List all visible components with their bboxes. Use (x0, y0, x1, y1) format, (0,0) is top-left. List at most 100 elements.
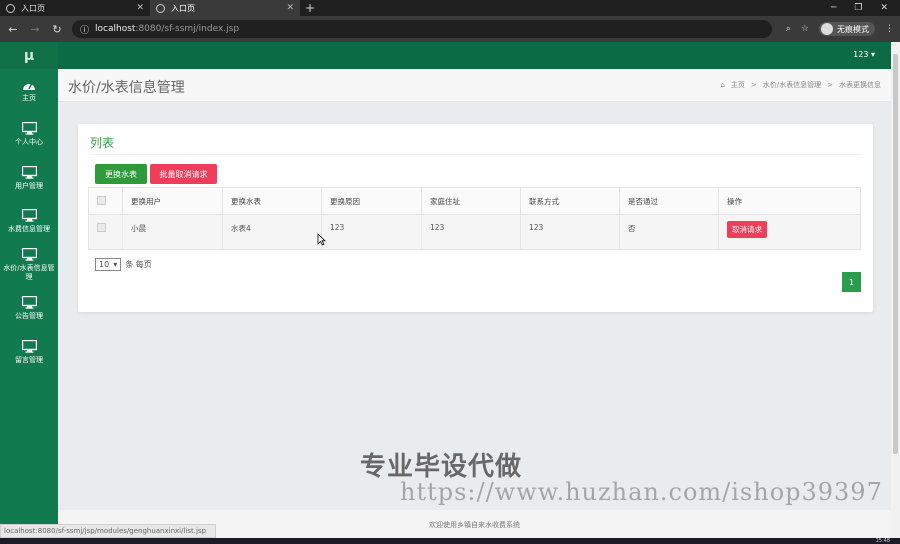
minimize-icon[interactable]: ─ (831, 3, 836, 13)
dashboard-icon (23, 82, 35, 91)
close-window-icon[interactable]: ✕ (880, 3, 888, 13)
breadcrumb-separator: > (750, 81, 757, 89)
watermark-url: https://www.huzhan.com/ishop39397 (400, 478, 883, 506)
page-header: 水价/水表信息管理 ⌂ 主页 > 水价/水表信息管理 > 水表更换信息 (58, 69, 891, 102)
page-number-button[interactable]: 1 (842, 272, 861, 292)
incognito-badge[interactable]: 无痕模式 (819, 22, 875, 36)
home-icon: ⌂ (720, 81, 725, 89)
tab-close-icon[interactable]: ✕ (286, 3, 294, 13)
page-scrollbar[interactable] (891, 42, 900, 538)
chevron-down-icon: ▾ (113, 260, 118, 269)
page-title: 水价/水表信息管理 (68, 80, 185, 96)
zoom-search-icon[interactable]: ⌕ (786, 24, 791, 34)
url-host: localhost (95, 24, 136, 34)
page-size-label: 条 每页 (125, 260, 152, 269)
select-all-checkbox[interactable] (97, 195, 106, 205)
window-controls: ─ ❐ ✕ (831, 0, 900, 16)
cell-action: 取消请求 (718, 214, 861, 250)
sidebar: μ 主页 个人中心 用户管理 水费信息管理 水价/水表信息管理 公告管理 留言管… (0, 42, 58, 538)
link-status-bar: localhost:8080/sf-ssmj/jsp/modules/gengh… (0, 524, 216, 538)
sidebar-item-label: 水价/水表信息管理 (3, 264, 55, 281)
sidebar-item-label: 用户管理 (15, 181, 43, 190)
sidebar-item-label: 留言管理 (15, 355, 43, 364)
os-taskbar: 15:48 (0, 538, 900, 544)
monitor-icon (21, 209, 37, 222)
table-row: 小晨 水表4 123 123 123 否 取消请求 (88, 214, 861, 250)
batch-cancel-button[interactable]: 批量取消请求 (150, 164, 217, 184)
top-navbar: 123 ▾ (0, 42, 891, 69)
sidebar-item-announcements[interactable]: 公告管理 (0, 287, 58, 331)
scrollbar-thumb[interactable] (893, 54, 898, 454)
tab-title: 入口页 (21, 3, 45, 13)
sidebar-item-label: 水费信息管理 (8, 225, 50, 234)
browser-tab-strip: 入口页 ✕ 入口页 ✕ + ─ ❐ ✕ (0, 0, 900, 16)
clock: 15:48 (875, 538, 890, 544)
sidebar-item-home[interactable]: 主页 (0, 69, 58, 113)
globe-icon (6, 3, 15, 13)
sidebar-item-label: 公告管理 (15, 312, 43, 321)
breadcrumb-current: 水表更换信息 (839, 81, 881, 89)
breadcrumb: ⌂ 主页 > 水价/水表信息管理 > 水表更换信息 (720, 80, 881, 90)
forward-arrow-icon[interactable]: → (28, 23, 42, 36)
mouse-cursor-icon (317, 233, 326, 246)
monitor-icon (21, 339, 37, 353)
select-all-cell (88, 187, 123, 215)
breadcrumb-separator: > (827, 81, 833, 89)
column-header[interactable]: 家庭住址 (421, 187, 521, 215)
browser-menu-icon[interactable]: ⋮ (885, 24, 894, 34)
column-header[interactable]: 联系方式 (520, 187, 620, 215)
monitor-icon (21, 165, 37, 179)
address-bar[interactable]: ⓘ localhost:8080/sf-ssmj/index.jsp (72, 20, 772, 38)
row-checkbox[interactable] (97, 223, 106, 232)
browser-toolbar: ← → ↻ ⓘ localhost:8080/sf-ssmj/index.jsp… (0, 16, 900, 42)
cancel-request-button[interactable]: 取消请求 (727, 221, 767, 238)
browser-tab-active[interactable]: 入口页 ✕ (150, 0, 300, 16)
sidebar-item-water-fee[interactable]: 水费信息管理 (0, 200, 58, 244)
globe-icon (156, 3, 165, 13)
column-header: 操作 (718, 187, 861, 215)
cell-phone: 123 (520, 214, 620, 250)
restore-icon[interactable]: ❐ (854, 3, 862, 13)
url-path: :8080/sf-ssmj/index.jsp (135, 24, 240, 34)
incognito-icon (821, 23, 833, 35)
list-panel: 列表 更换水表 批量取消请求 更换用户 更换水表 更换原因 家庭住址 联系方式 … (78, 124, 873, 312)
browser-tab[interactable]: 入口页 ✕ (0, 0, 150, 16)
tab-close-icon[interactable]: ✕ (136, 3, 144, 13)
sidebar-item-label: 个人中心 (15, 138, 43, 147)
cell-reason: 123 (321, 214, 422, 250)
monitor-icon (21, 296, 37, 309)
column-header[interactable]: 是否通过 (619, 187, 719, 215)
logo: μ (0, 42, 58, 69)
cell-meter: 水表4 (222, 214, 322, 250)
reload-icon[interactable]: ↻ (50, 23, 64, 36)
row-select-cell (88, 214, 123, 250)
bookmark-star-icon[interactable]: ☆ (801, 24, 809, 34)
tab-title: 入口页 (171, 3, 195, 13)
data-table: 更换用户 更换水表 更换原因 家庭住址 联系方式 是否通过 操作 小晨 水表4 … (88, 187, 861, 250)
column-header[interactable]: 更换原因 (321, 187, 422, 215)
breadcrumb-home[interactable]: 主页 (731, 80, 745, 90)
monitor-icon (21, 248, 37, 262)
info-icon[interactable]: ⓘ (80, 23, 89, 36)
swap-meter-button[interactable]: 更换水表 (95, 164, 147, 184)
sidebar-item-messages[interactable]: 留言管理 (0, 330, 58, 374)
column-header[interactable]: 更换用户 (122, 187, 223, 215)
incognito-label: 无痕模式 (837, 24, 869, 34)
sidebar-item-label: 主页 (22, 94, 36, 103)
new-tab-button[interactable]: + (300, 0, 320, 16)
sidebar-item-profile[interactable]: 个人中心 (0, 113, 58, 157)
sidebar-item-water-price[interactable]: 水价/水表信息管理 (0, 243, 58, 287)
page-size-select[interactable]: 10 ▾ (95, 258, 122, 271)
monitor-icon (21, 122, 37, 135)
user-menu[interactable]: 123 ▾ (853, 50, 875, 59)
page-size-control: 10 ▾ 条 每页 (95, 258, 152, 271)
column-header[interactable]: 更换水表 (222, 187, 322, 215)
cell-user: 小晨 (122, 214, 223, 250)
page-size-value: 10 (99, 260, 110, 269)
table-header-row: 更换用户 更换水表 更换原因 家庭住址 联系方式 是否通过 操作 (88, 187, 861, 215)
divider (90, 154, 861, 155)
breadcrumb-level1[interactable]: 水价/水表信息管理 (763, 80, 821, 90)
cell-address: 123 (421, 214, 521, 250)
sidebar-item-users[interactable]: 用户管理 (0, 156, 58, 200)
back-arrow-icon[interactable]: ← (6, 23, 20, 36)
